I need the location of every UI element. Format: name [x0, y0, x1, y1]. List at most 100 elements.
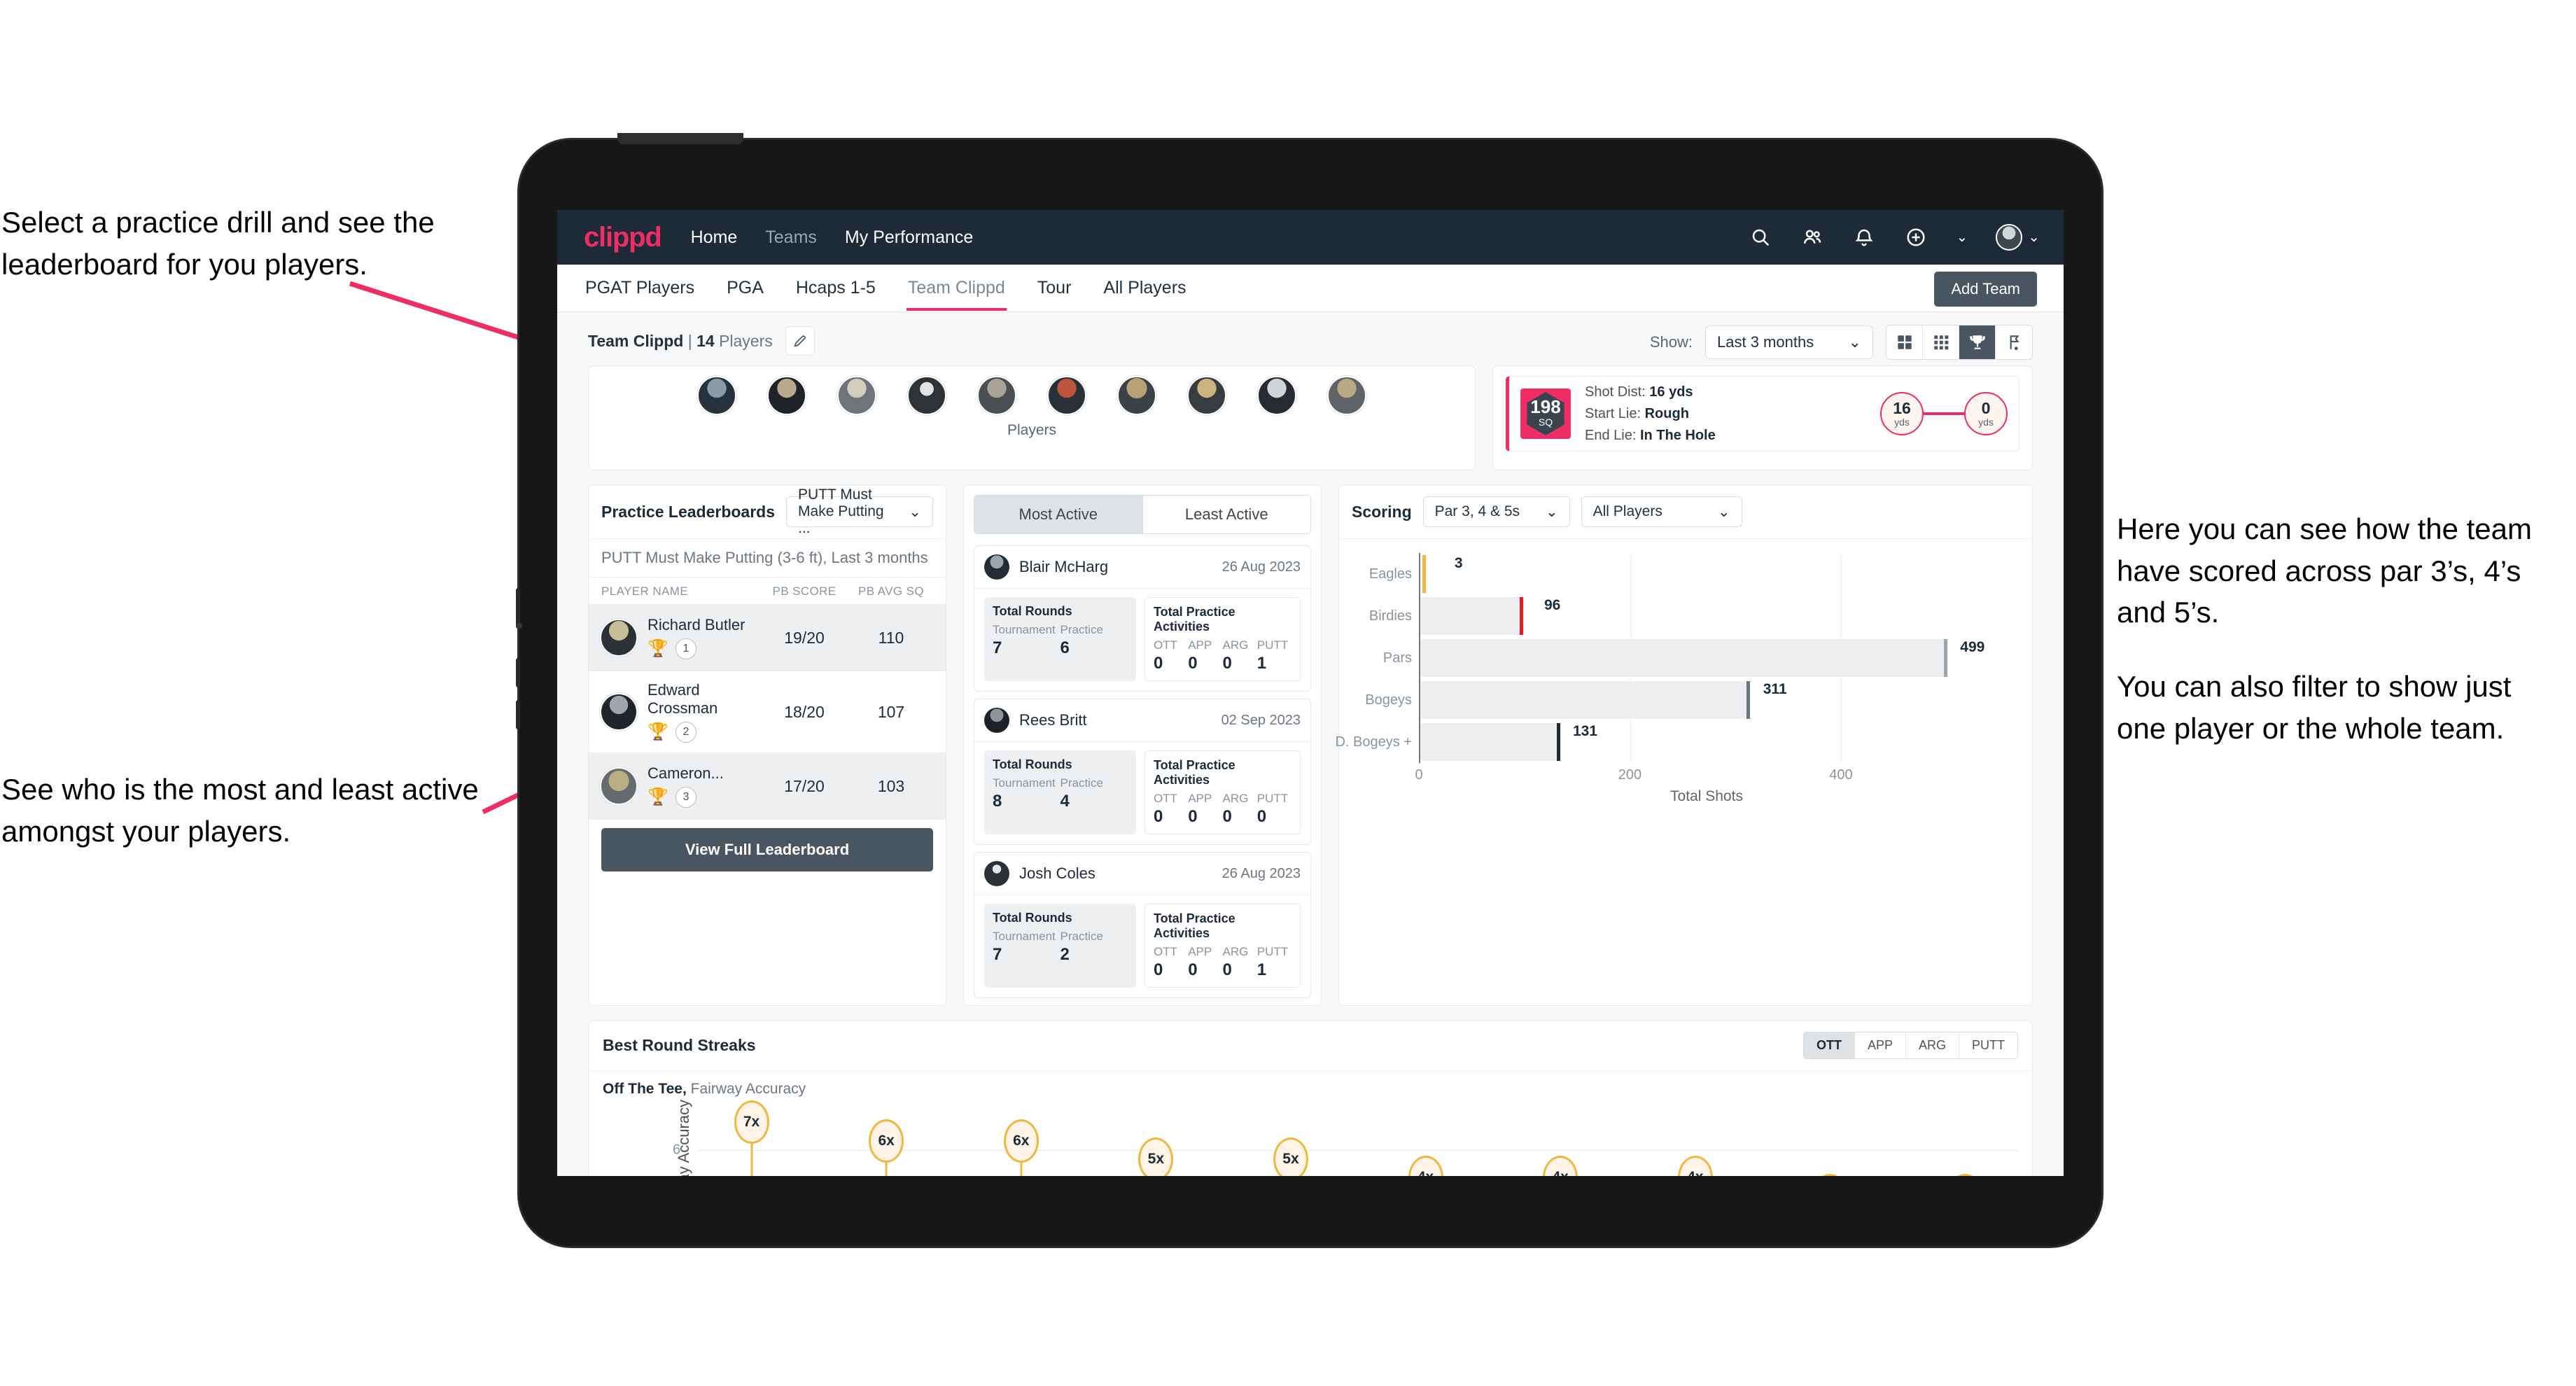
tab-most-active[interactable]: Most Active	[974, 495, 1143, 534]
player-avatar[interactable]	[1047, 376, 1086, 415]
scoring-bar-value: 3	[1454, 555, 1463, 571]
pb-avg-sq-value: 103	[877, 776, 905, 795]
date-range-value: Last 3 months	[1717, 333, 1814, 351]
practice-putt-label: PUTT	[1256, 945, 1289, 958]
annotation-left-bottom: See who is the most and least active amo…	[1, 773, 479, 848]
player-avatar[interactable]	[1117, 376, 1156, 415]
user-avatar-menu[interactable]: ⌄	[1996, 224, 2040, 251]
bell-icon[interactable]	[1852, 225, 1876, 249]
streak-marker[interactable]: 6x	[869, 1119, 904, 1176]
practice-arg-value: 0	[1222, 960, 1232, 979]
player-avatar[interactable]	[1257, 376, 1296, 415]
add-team-button[interactable]: Add Team	[1934, 272, 2037, 307]
player-filter-select[interactable]: All Players ⌄	[1581, 496, 1742, 527]
tab-putt[interactable]: PUTT	[1959, 1032, 2017, 1058]
scoring-plot-area: Eagles 3 Birdies 96 Pars 499 Bogeys 311 D. Bogey…	[1335, 553, 1989, 763]
shot-detail-text: Shot Dist: 16 yds Start Lie: Rough End L…	[1585, 382, 1716, 447]
rounds-practice-label: Practice	[1060, 930, 1103, 943]
table-row[interactable]: Richard Butler 🏆 1 19/20 110	[589, 604, 946, 671]
rounds-tournament-label: Tournament	[993, 776, 1056, 790]
streak-value-bubble: 4x	[1677, 1156, 1713, 1176]
tab-pga[interactable]: PGA	[725, 265, 765, 311]
scoring-bar-row: Bogeys 311	[1365, 681, 1989, 719]
streak-marker[interactable]: 5x	[1273, 1137, 1308, 1176]
scoring-x-tick: 0	[1415, 767, 1423, 783]
tab-pgat-players[interactable]: PGAT Players	[584, 265, 696, 311]
grid-large-icon[interactable]	[1886, 326, 1923, 359]
shot-end-yds: 0	[1981, 398, 1991, 417]
team-count-label: Players	[719, 331, 773, 350]
trophy-icon[interactable]	[1959, 326, 1996, 359]
player-avatar[interactable]	[977, 376, 1016, 415]
start-lie-value: Rough	[1644, 405, 1689, 421]
tab-least-active[interactable]: Least Active	[1142, 495, 1311, 534]
avatar-chevron-down-icon[interactable]: ⌄	[2028, 230, 2040, 244]
list-item[interactable]: Josh Coles 26 Aug 2023 Total Rounds Tour…	[974, 852, 1311, 998]
plus-circle-icon[interactable]	[1904, 225, 1928, 249]
tablet-device: clippd Home Teams My Performance ⌄ ⌄ PGA…	[516, 133, 2101, 1246]
pb-avg-sq-value: 110	[878, 628, 904, 647]
practice-activities-box: Total Practice Activities OTT 0 APP 0 ARG 0…	[1144, 597, 1301, 681]
streak-marker[interactable]: 5x	[1138, 1137, 1174, 1176]
player-filter-value: All Players	[1592, 503, 1662, 519]
content-toolbar: Show: Last 3 months ⌄	[1650, 325, 2033, 360]
player-avatar[interactable]	[767, 376, 806, 415]
clippd-logo[interactable]: clippd	[584, 222, 662, 253]
tab-team-clippd[interactable]: Team Clippd	[906, 265, 1007, 311]
player-avatar[interactable]	[1187, 376, 1226, 415]
tab-app[interactable]: APP	[1855, 1032, 1906, 1058]
date-range-select[interactable]: Last 3 months ⌄	[1705, 326, 1873, 359]
player-avatar[interactable]	[1327, 376, 1366, 415]
scoring-chart: Eagles 3 Birdies 96 Pars 499 Bogeys 311 D. Bogey…	[1335, 539, 2032, 812]
scoring-bar-value: 96	[1544, 597, 1561, 613]
shot-end-unit: yds	[1978, 416, 1994, 428]
shot-sq-value: 198	[1530, 396, 1561, 418]
streaks-subtitle: Off The Tee, Fairway Accuracy	[589, 1071, 2032, 1098]
view-full-leaderboard-button[interactable]: View Full Leaderboard	[601, 828, 933, 872]
team-title: Team Clippd | 14 Players	[588, 332, 773, 351]
pencil-icon[interactable]	[785, 326, 815, 356]
people-icon[interactable]	[1800, 225, 1824, 249]
tab-all-players[interactable]: All Players	[1102, 265, 1187, 311]
nav-item-teams[interactable]: Teams	[765, 227, 817, 248]
rounds-practice: Practice 2	[1060, 930, 1127, 965]
tab-tour[interactable]: Tour	[1036, 265, 1073, 311]
team-name: Team Clippd	[588, 331, 684, 350]
player-avatar[interactable]	[837, 376, 876, 415]
streak-value-bubble: 5x	[1138, 1137, 1174, 1176]
table-row[interactable]: Cameron... 🏆 3 17/20 103	[589, 752, 946, 820]
practice-arg-label: ARG	[1222, 792, 1249, 805]
streak-value-bubble: 3x	[1812, 1174, 1848, 1176]
shot-sq-unit: SQ	[1538, 416, 1553, 428]
rounds-tournament-label: Tournament	[993, 930, 1056, 943]
nav-item-home[interactable]: Home	[691, 227, 738, 248]
scoring-category-label: D. Bogeys +	[1335, 734, 1412, 750]
practice-app: APP 0	[1188, 638, 1222, 673]
search-icon[interactable]	[1749, 225, 1772, 249]
player-avatar[interactable]	[697, 376, 736, 415]
practice-putt-value: 1	[1256, 960, 1267, 979]
team-tabs: PGAT Players PGA Hcaps 1-5 Team Clippd T…	[557, 265, 2064, 312]
streak-marker[interactable]: 7x	[734, 1100, 769, 1176]
plus-chevron-down-icon[interactable]: ⌄	[1956, 230, 1968, 244]
rounds-tournament-label: Tournament	[993, 623, 1056, 636]
tab-ott[interactable]: OTT	[1803, 1032, 1855, 1058]
drill-select[interactable]: PUTT Must Make Putting ... ⌄	[786, 486, 933, 536]
list-item[interactable]: Blair McHarg 26 Aug 2023 Total Rounds To…	[974, 545, 1311, 692]
chevron-down-icon: ⌄	[909, 503, 921, 520]
scoring-category-label: Bogeys	[1365, 692, 1412, 708]
leaderboard-header: Practice Leaderboards PUTT Must Make Put…	[589, 485, 946, 539]
table-row[interactable]: Edward Crossman 🏆 2 18/20 107	[589, 671, 946, 752]
shot-dist-key: Shot Dist:	[1585, 384, 1646, 400]
flag-icon[interactable]	[1996, 326, 2032, 359]
grid-small-icon[interactable]	[1923, 326, 1959, 359]
player-avatar[interactable]	[907, 376, 946, 415]
chevron-down-icon: ⌄	[1718, 503, 1730, 520]
nav-item-my-performance[interactable]: My Performance	[845, 227, 973, 248]
rounds-practice: Practice 6	[1060, 623, 1127, 658]
tab-hcaps-1-5[interactable]: Hcaps 1-5	[794, 265, 877, 311]
tab-arg[interactable]: ARG	[1906, 1032, 1959, 1058]
list-item[interactable]: Rees Britt 02 Sep 2023 Total Rounds Tour…	[974, 699, 1311, 845]
streak-marker[interactable]: 6x	[1003, 1119, 1039, 1176]
par-select[interactable]: Par 3, 4 & 5s ⌄	[1422, 496, 1570, 527]
